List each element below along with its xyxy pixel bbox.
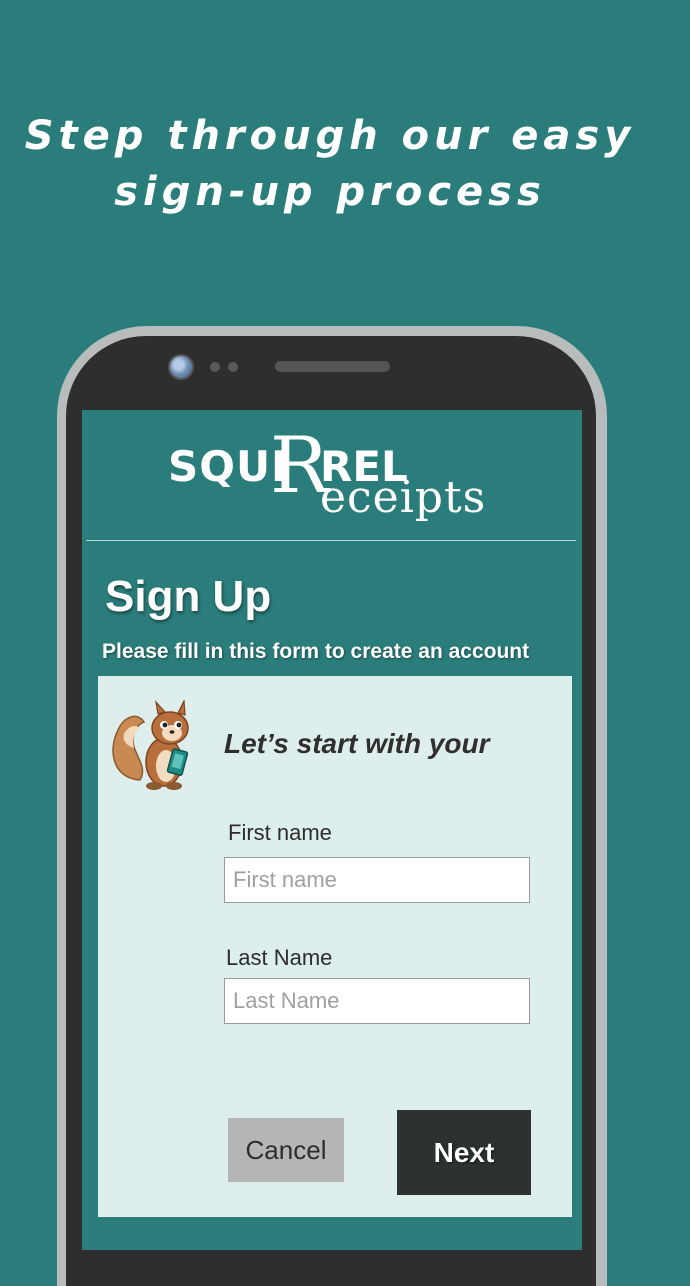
next-button[interactable]: Next bbox=[397, 1110, 531, 1195]
last-name-input[interactable] bbox=[224, 978, 530, 1024]
phone-camera-icon bbox=[168, 354, 194, 380]
first-name-input[interactable] bbox=[224, 857, 530, 903]
phone-speaker bbox=[275, 361, 390, 372]
app-logo: SQUI R REL eceipts bbox=[168, 426, 488, 530]
header-divider bbox=[86, 540, 576, 541]
page-title: Sign Up bbox=[105, 572, 272, 621]
headline-line-1: Step through our easy bbox=[24, 113, 636, 159]
form-intro-text: Let’s start with your bbox=[224, 728, 490, 759]
phone-sensor-dot bbox=[228, 362, 238, 372]
phone-sensor-dot bbox=[210, 362, 220, 372]
promo-headline: Step through our easy sign-up process bbox=[0, 108, 660, 220]
cancel-button[interactable]: Cancel bbox=[228, 1118, 344, 1182]
last-name-label: Last Name bbox=[226, 945, 333, 970]
logo-text-eceipts: eceipts bbox=[320, 472, 487, 523]
first-name-label: First name bbox=[228, 820, 332, 845]
page-subtitle: Please fill in this form to create an ac… bbox=[102, 640, 530, 663]
squirrel-mascot-icon bbox=[112, 700, 189, 790]
headline-line-2: sign-up process bbox=[114, 169, 546, 215]
